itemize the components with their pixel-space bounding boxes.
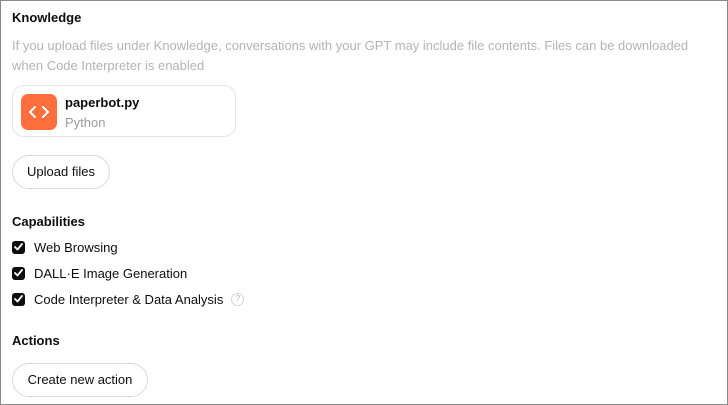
- checkbox-checked-icon[interactable]: [12, 240, 25, 254]
- gpt-config-panel: Knowledge If you upload files under Know…: [0, 0, 728, 405]
- knowledge-description: If you upload files under Knowledge, con…: [12, 38, 689, 73]
- capabilities-heading: Capabilities: [12, 214, 85, 229]
- file-card[interactable]: paperbot.py Python: [12, 85, 236, 137]
- file-type: Python: [65, 115, 106, 130]
- capability-code-interpreter[interactable]: Code Interpreter & Data Analysis ?: [12, 290, 245, 308]
- capability-web-browsing[interactable]: Web Browsing: [12, 238, 118, 256]
- knowledge-heading: Knowledge: [12, 10, 82, 25]
- create-action-button[interactable]: Create new action: [12, 363, 148, 397]
- capability-label: DALL·E Image Generation: [34, 265, 188, 281]
- file-name: paperbot.py: [65, 95, 140, 110]
- capability-label: Web Browsing: [34, 239, 118, 255]
- checkbox-checked-icon[interactable]: [12, 292, 25, 306]
- help-icon[interactable]: ?: [231, 292, 245, 306]
- checkbox-checked-icon[interactable]: [12, 266, 25, 280]
- code-icon: [21, 94, 57, 130]
- capability-label: Code Interpreter & Data Analysis: [34, 291, 224, 307]
- upload-files-button[interactable]: Upload files: [12, 155, 110, 189]
- capability-dalle[interactable]: DALL·E Image Generation: [12, 264, 187, 282]
- actions-heading: Actions: [12, 333, 60, 348]
